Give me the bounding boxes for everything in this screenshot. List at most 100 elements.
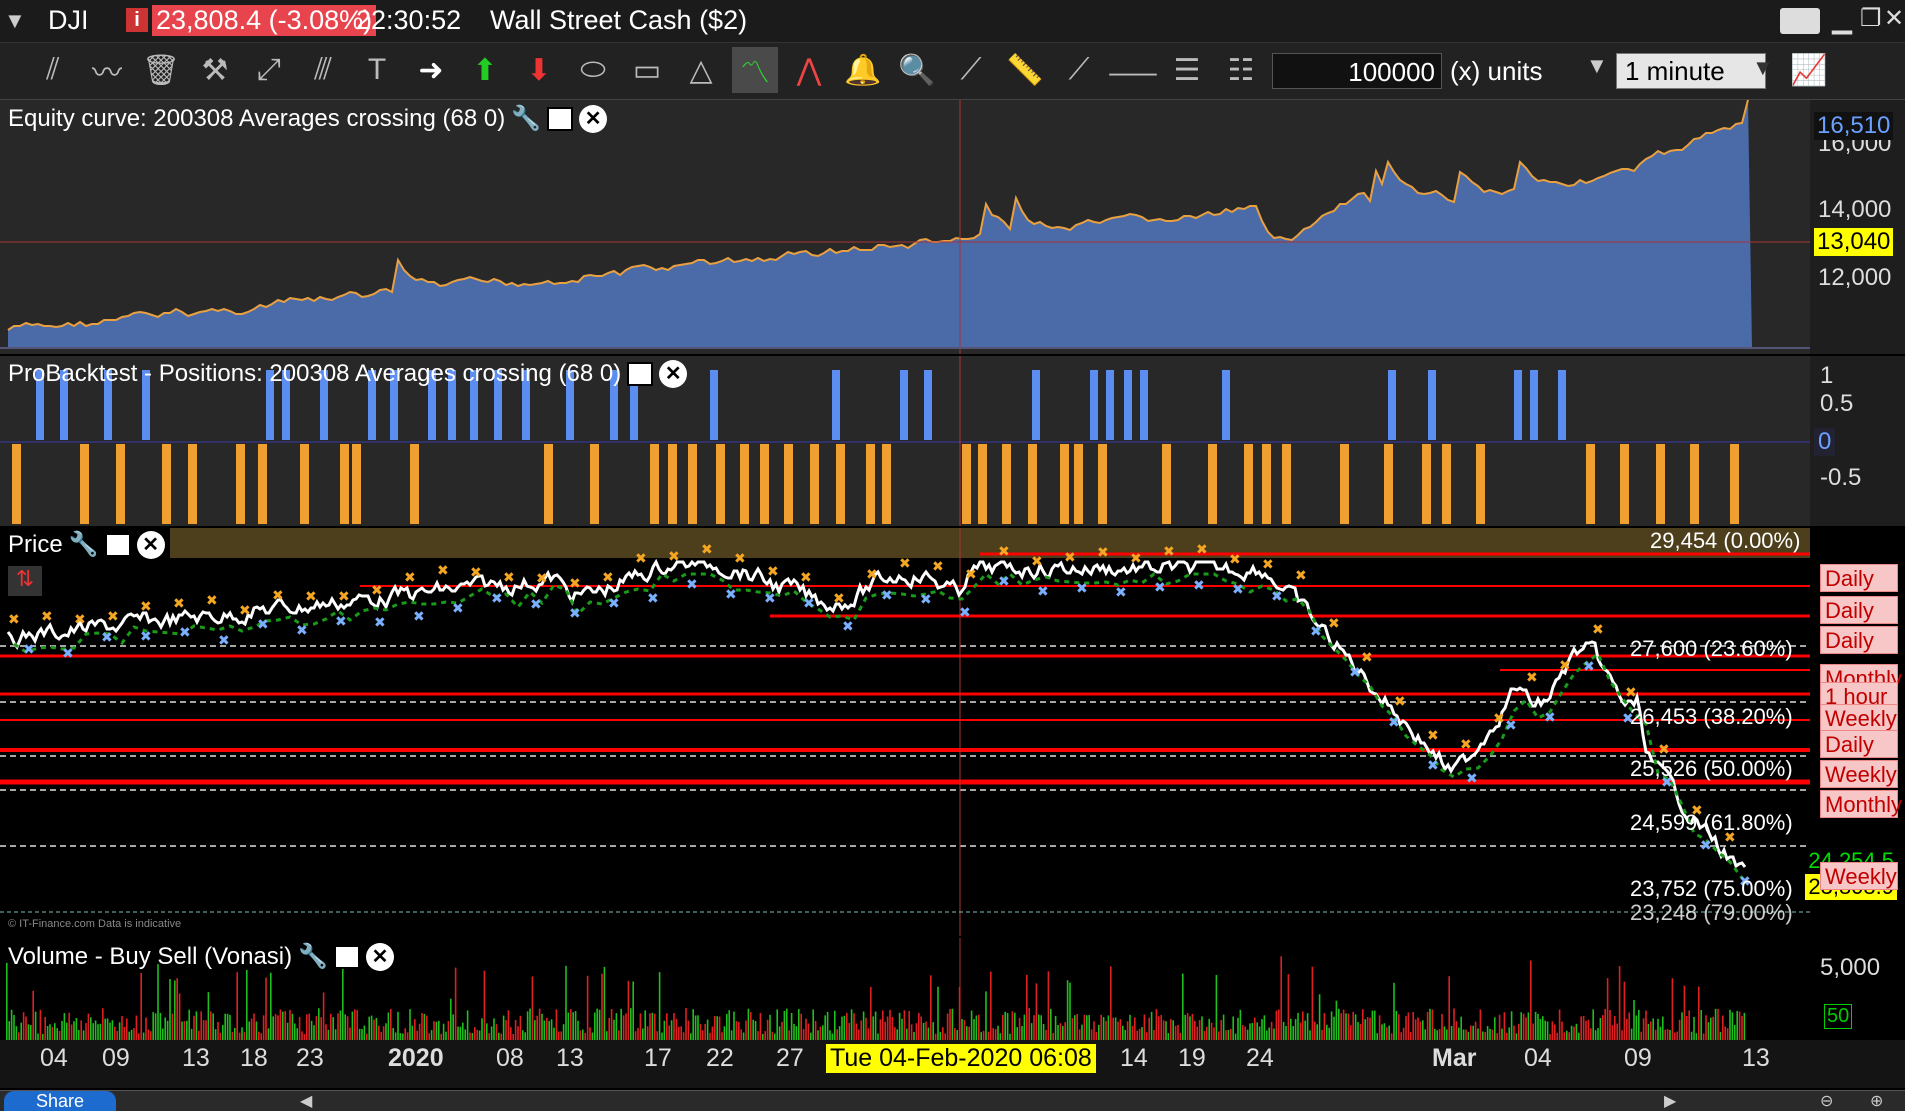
copyright-note: © IT-Finance.com Data is indicative: [8, 918, 182, 930]
ellipse-tool-icon[interactable]: ⬭: [570, 47, 616, 93]
maximize-icon[interactable]: [104, 532, 131, 557]
triangle-tool-icon[interactable]: △: [678, 47, 724, 93]
segment-tool-icon[interactable]: ⟋: [1056, 47, 1102, 93]
refresh-icon[interactable]: ⇅: [8, 566, 42, 596]
info-icon[interactable]: i: [126, 8, 148, 32]
volume-bar: [1246, 1029, 1249, 1040]
volume-bar: [738, 1021, 740, 1040]
trash-icon[interactable]: 🗑: [138, 47, 184, 93]
fibonacci-fan-icon[interactable]: ⋀: [786, 47, 832, 93]
quantity-input[interactable]: 100000: [1272, 53, 1442, 89]
volume-bar: [591, 1032, 594, 1040]
buy-signal-marker: ✖: [1115, 585, 1127, 601]
volume-bar: [1100, 1014, 1102, 1040]
volume-bar: [123, 1026, 126, 1040]
sell-signal-marker: ✖: [965, 567, 977, 583]
fib-extension-icon[interactable]: ☷: [1218, 47, 1264, 93]
volume-bar: [145, 1017, 147, 1040]
share-button[interactable]: Share: [4, 1091, 116, 1111]
volume-bar: [428, 1033, 430, 1040]
time-axis-label: 09: [1624, 1044, 1652, 1072]
volume-bar: [255, 1021, 258, 1040]
volume-bar: [1635, 1015, 1638, 1040]
volume-bar: [1604, 1008, 1606, 1040]
volume-bar: [1453, 1008, 1455, 1040]
title-bar: ▼ DJI i 23,808.4 (-3.08%) 22:30:52 Wall …: [0, 0, 1905, 43]
volume-bar: [1074, 1015, 1076, 1040]
trendline-tool-icon[interactable]: ⫽: [30, 47, 76, 93]
short-position-bar: [650, 444, 659, 524]
resize-icon[interactable]: ⤢: [246, 47, 292, 93]
chart-style-icon[interactable]: 📈: [1786, 47, 1832, 93]
close-icon[interactable]: ✕: [136, 530, 165, 559]
volume-bar: [759, 1012, 762, 1040]
ruler-icon[interactable]: 📏: [1002, 47, 1048, 93]
volume-bar: [188, 1009, 190, 1040]
arrow-down-icon[interactable]: ⬇: [516, 47, 562, 93]
restore-icon[interactable]: ❐: [1860, 4, 1882, 33]
maximize-icon[interactable]: [334, 944, 361, 969]
keyboard-icon[interactable]: [1780, 8, 1820, 34]
fib-retracement-icon[interactable]: ☰: [1164, 47, 1210, 93]
volume-bar: [1659, 1026, 1662, 1040]
price-panel-title: Price: [8, 530, 63, 558]
volume-bar: [901, 1018, 903, 1040]
volume-bar: [176, 978, 178, 1040]
timeframe-dropdown-icon[interactable]: ▼: [1752, 55, 1774, 81]
volume-bar: [1275, 1010, 1278, 1040]
close-window-icon[interactable]: ✕: [1884, 4, 1904, 33]
arrow-right-icon[interactable]: ➜: [408, 47, 454, 93]
close-icon[interactable]: ✕: [659, 360, 688, 388]
wrench-icon[interactable]: 🔧: [511, 104, 541, 133]
volume-bar: [656, 1031, 658, 1040]
volume-bar: [8, 1021, 10, 1040]
sell-signal-marker: ✖: [74, 612, 86, 628]
volume-bar: [1364, 1019, 1366, 1040]
volume-bar: [1652, 1018, 1654, 1040]
scroll-left-icon[interactable]: ◀: [300, 1091, 312, 1111]
volume-bar: [337, 1013, 339, 1040]
volume-bar: [1621, 1030, 1623, 1040]
minimize-icon[interactable]: ▁: [1832, 4, 1852, 35]
timeframe-select[interactable]: 1 minute: [1616, 53, 1766, 89]
tools-icon[interactable]: ⚒: [192, 47, 238, 93]
close-icon[interactable]: ✕: [579, 104, 608, 133]
volume-bar: [1179, 1032, 1182, 1040]
wrench-icon[interactable]: 🔧: [69, 530, 99, 559]
zoom-out-icon[interactable]: ⊖: [1820, 1091, 1833, 1111]
zoom-in-icon[interactable]: ⊕: [1870, 1091, 1883, 1111]
maximize-icon[interactable]: [627, 362, 654, 386]
window-menu-icon[interactable]: ▼: [4, 8, 26, 34]
volume-bar: [872, 1016, 874, 1040]
zigzag-tool-icon[interactable]: 〰: [84, 47, 130, 93]
volume-bar: [646, 1026, 649, 1040]
scroll-right-icon[interactable]: ▶: [1664, 1091, 1676, 1111]
parallel-lines-icon[interactable]: ⫻: [300, 47, 346, 93]
close-icon[interactable]: ✕: [366, 942, 395, 971]
volume-bar: [1256, 1022, 1258, 1040]
time-axis-label: 22: [706, 1044, 734, 1072]
alert-bell-icon[interactable]: 🔔: [840, 47, 886, 93]
text-tool-icon[interactable]: T: [354, 47, 400, 93]
rectangle-tool-icon[interactable]: ▭: [624, 47, 670, 93]
horizontal-line-icon[interactable]: ⸺: [1108, 47, 1158, 93]
volume-bar: [1614, 1016, 1616, 1040]
short-position-bar: [978, 444, 987, 524]
volume-bar: [699, 1023, 702, 1040]
volume-bar: [598, 1009, 601, 1040]
wrench-icon[interactable]: 🔧: [298, 942, 328, 971]
indicator-line-icon[interactable]: 〽: [732, 47, 778, 93]
volume-bar: [1424, 1029, 1426, 1040]
units-dropdown-icon[interactable]: ▼: [1586, 53, 1608, 79]
ray-tool-icon[interactable]: ⟋: [948, 47, 994, 93]
maximize-icon[interactable]: [547, 106, 574, 131]
volume-bar: [1664, 1029, 1666, 1040]
arrow-up-icon[interactable]: ⬆: [462, 47, 508, 93]
volume-bar: [517, 1026, 519, 1040]
symbol-name[interactable]: DJI: [48, 5, 89, 36]
volume-bar: [370, 1015, 373, 1040]
volume-bar: [663, 1020, 666, 1040]
clock: 22:30:52: [356, 5, 462, 35]
zoom-icon[interactable]: 🔍: [894, 47, 940, 93]
sell-signal-marker: ✖: [998, 544, 1010, 560]
